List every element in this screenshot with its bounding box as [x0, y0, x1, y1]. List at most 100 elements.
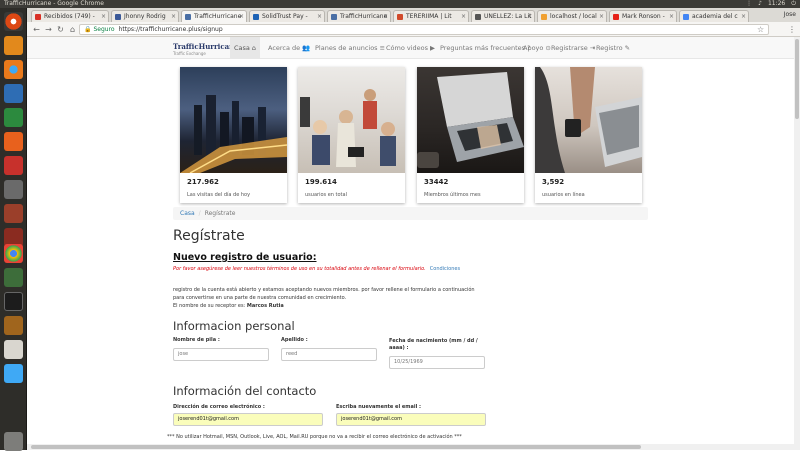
nav-video[interactable]: Cómo videos ▶ [382, 37, 439, 59]
stat-value: 3,592 [542, 178, 565, 186]
form-subtitle: Nuevo registro de usuario: [173, 252, 317, 263]
nav-label: Registrarse [551, 44, 588, 52]
users-icon: 👥 [302, 44, 311, 52]
email-confirm-input[interactable]: joserend01t@gmail.com [336, 413, 486, 426]
email-input[interactable]: joserend01t@gmail.com [173, 413, 323, 426]
trash-icon[interactable] [4, 432, 23, 451]
browser-tab[interactable]: SolidTrust Pay - × [249, 10, 325, 22]
terminal-old-icon[interactable] [4, 180, 23, 199]
power-icon[interactable]: ⏻ [791, 0, 796, 8]
horizontal-scrollbar[interactable] [27, 444, 794, 450]
page-title: Regístrate [173, 228, 245, 244]
edit-icon: ✎ [624, 44, 631, 52]
breadcrumb-home[interactable]: Casa [180, 210, 195, 217]
firefox-icon[interactable] [4, 60, 23, 79]
nav-label: Cómo videos [386, 44, 429, 52]
tab-favicon-icon [541, 14, 547, 20]
tab-close-icon[interactable]: × [101, 11, 106, 22]
tab-close-icon[interactable]: × [383, 11, 388, 22]
wifi-icon[interactable]: ⋮ [746, 0, 752, 8]
browser-tab[interactable]: UNELLEZ: La Lit × [471, 10, 535, 22]
breadcrumb-current: Regístrate [204, 210, 236, 217]
site-navbar: TrafficHurricane Traffic Exchange Casa ⌂ A… [27, 37, 794, 59]
first-name-input[interactable]: jose [173, 348, 269, 361]
terms-link[interactable]: Condiciones [430, 266, 460, 272]
referrer-name: Marcos Rutia [246, 303, 284, 309]
site-logo[interactable]: TrafficHurricane Traffic Exchange [173, 43, 239, 57]
nav-home[interactable]: Casa ⌂ [230, 37, 261, 59]
email-footnote: *** No utilizar Hotmail, MSN, Outlook, L… [167, 434, 462, 440]
terminal-icon[interactable] [4, 292, 23, 311]
browser-tab[interactable]: academia del c × [679, 10, 749, 22]
stat-label: usuarios en total [305, 192, 347, 198]
stat-label: Miembros últimos mes [424, 192, 481, 198]
tab-close-icon[interactable]: × [317, 11, 322, 22]
browser-tab[interactable]: localhost / local × [537, 10, 607, 22]
tab-close-icon[interactable]: × [239, 11, 244, 22]
files-icon[interactable] [4, 36, 23, 55]
tab-favicon-icon [683, 14, 689, 20]
nav-label: Planes de anuncios [315, 44, 378, 52]
stat-card: 199.614 usuarios en total [298, 67, 405, 203]
browser-tab[interactable]: TrafficHurricane × [181, 10, 247, 22]
meeting-photo [298, 67, 405, 173]
clock[interactable]: 11:26 [768, 0, 785, 8]
tab-close-icon[interactable]: × [461, 11, 466, 22]
volume-icon[interactable]: ♪ [758, 0, 762, 8]
laptop-photo [417, 67, 524, 173]
tab-close-icon[interactable]: × [527, 11, 532, 22]
tab-favicon-icon [397, 14, 403, 20]
tab-close-icon[interactable]: × [741, 11, 746, 22]
last-name-input[interactable]: reed [281, 348, 377, 361]
warning-text: Por favor asegúrese de leer nuestros tér… [173, 266, 426, 272]
tab-favicon-icon [475, 14, 481, 20]
city-photo [180, 67, 287, 173]
forward-icon[interactable]: → [43, 24, 54, 35]
tab-favicon-icon [115, 14, 121, 20]
settings-icon[interactable] [4, 156, 23, 175]
video-icon: ▶ [430, 44, 436, 52]
home-button-icon[interactable]: ⌂ [67, 24, 78, 35]
web-page: TrafficHurricane Traffic Exchange Casa ⌂ A… [27, 37, 794, 450]
tab-close-icon[interactable]: × [171, 11, 176, 22]
dob-input[interactable]: 10/25/1969 [389, 356, 485, 369]
update-icon[interactable] [4, 268, 23, 287]
secure-label: Seguro [93, 26, 115, 33]
app-icon[interactable] [4, 364, 23, 383]
browser-toolbar: ← → ↻ ⌂ 🔒 Seguro https://traffichurricane.… [27, 22, 800, 37]
reload-icon[interactable]: ↻ [55, 24, 66, 35]
chrome-menu-icon[interactable]: ⋮ [788, 24, 796, 35]
nav-label: Apoyo [523, 44, 544, 52]
bookmark-star-icon[interactable]: ☆ [757, 24, 764, 35]
browser-tab[interactable]: Mark Ronson - × [609, 10, 677, 22]
calc-icon[interactable] [4, 108, 23, 127]
tab-label: academia del c [692, 13, 738, 20]
tab-favicon-icon [35, 14, 41, 20]
browser-tab[interactable]: Jhonny Rodrig × [111, 10, 179, 22]
vertical-scrollbar[interactable] [794, 37, 800, 450]
text-editor-icon[interactable] [4, 204, 23, 223]
tab-label: TrafficHurricane [194, 13, 242, 20]
lock-icon: 🔒 [84, 26, 92, 33]
last-name-label: Apellido : [281, 337, 308, 343]
nav-edit[interactable]: Registro ✎ [592, 37, 634, 59]
archive-icon[interactable] [4, 316, 23, 335]
home-icon: ⌂ [251, 44, 257, 52]
browser-tab[interactable]: Recibidos (749) - × [31, 10, 109, 22]
back-icon[interactable]: ← [31, 24, 42, 35]
profile-chip[interactable]: Jose [784, 9, 796, 21]
browser-tab[interactable]: TERERIIMA | Lit × [393, 10, 469, 22]
tab-label: Mark Ronson - [622, 13, 665, 20]
dash-icon[interactable] [4, 12, 23, 31]
tab-close-icon[interactable]: × [599, 11, 604, 22]
tab-close-icon[interactable]: × [669, 11, 674, 22]
software-center-icon[interactable] [4, 132, 23, 151]
writer-icon[interactable] [4, 84, 23, 103]
stat-label: Las visitas del día de hoy [187, 192, 251, 198]
browser-tab[interactable]: TrafficHurricane × [327, 10, 391, 22]
chrome-icon[interactable] [4, 244, 23, 263]
nav-users[interactable]: Acerca de 👥 [264, 37, 314, 59]
notes-icon[interactable] [4, 340, 23, 359]
address-bar[interactable]: 🔒 Seguro https://traffichurricane.plus/sig… [79, 24, 769, 35]
nav-list[interactable]: Planes de anuncios ≡ [311, 37, 389, 59]
